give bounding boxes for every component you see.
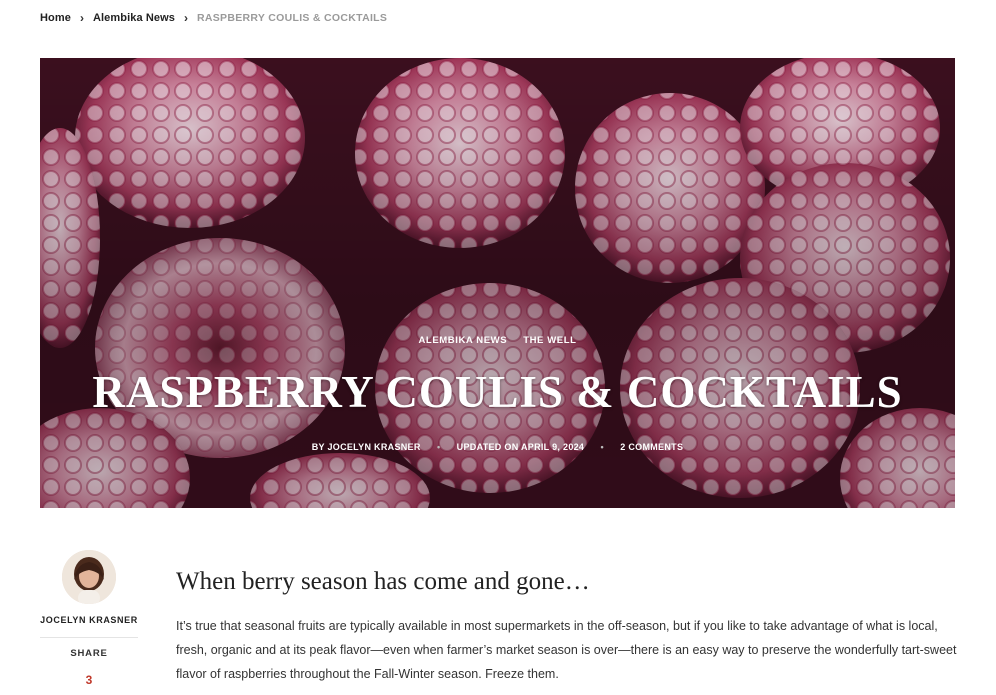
hero-categories: ALEMBIKA NEWS THE WELL xyxy=(40,335,955,346)
share-count: 3 xyxy=(85,673,93,687)
meta-separator: • xyxy=(600,442,604,452)
author-link[interactable]: BY JOCELYN KRASNER xyxy=(312,442,421,452)
breadcrumb-section-link[interactable]: Alembika News xyxy=(93,11,175,25)
author-sidebar: JOCELYN KRASNER SHARE 3 xyxy=(40,550,138,687)
breadcrumb-home-link[interactable]: Home xyxy=(40,11,71,25)
hero-overlay xyxy=(40,58,955,508)
updated-date: UPDATED ON APRIL 9, 2024 xyxy=(456,442,585,452)
comments-link[interactable]: 2 COMMENTS xyxy=(620,442,683,452)
category-link-the-well[interactable]: THE WELL xyxy=(523,335,576,346)
chevron-right-icon: › xyxy=(183,11,188,25)
chevron-right-icon: › xyxy=(79,11,84,25)
divider xyxy=(40,637,138,638)
post-meta: BY JOCELYN KRASNER • UPDATED ON APRIL 9,… xyxy=(40,442,955,452)
author-name[interactable]: JOCELYN KRASNER xyxy=(40,615,138,625)
meta-separator: • xyxy=(436,442,441,452)
breadcrumb-current: RASPBERRY COULIS & COCKTAILS xyxy=(196,12,388,24)
article-body: It’s true that seasonal fruits are typic… xyxy=(176,619,957,681)
category-link-alembika-news[interactable]: ALEMBIKA NEWS xyxy=(418,335,507,346)
avatar-image xyxy=(62,550,116,604)
avatar[interactable] xyxy=(62,550,116,604)
share-label: SHARE xyxy=(70,648,108,659)
hero-banner: ALEMBIKA NEWS THE WELL RASPBERRY COULIS … xyxy=(40,58,955,508)
article-lede: When berry season has come and gone… xyxy=(176,568,590,595)
breadcrumb: Home › Alembika News › RASPBERRY COULIS … xyxy=(40,11,387,25)
page-title: RASPBERRY COULIS & COCKTAILS xyxy=(92,367,903,417)
